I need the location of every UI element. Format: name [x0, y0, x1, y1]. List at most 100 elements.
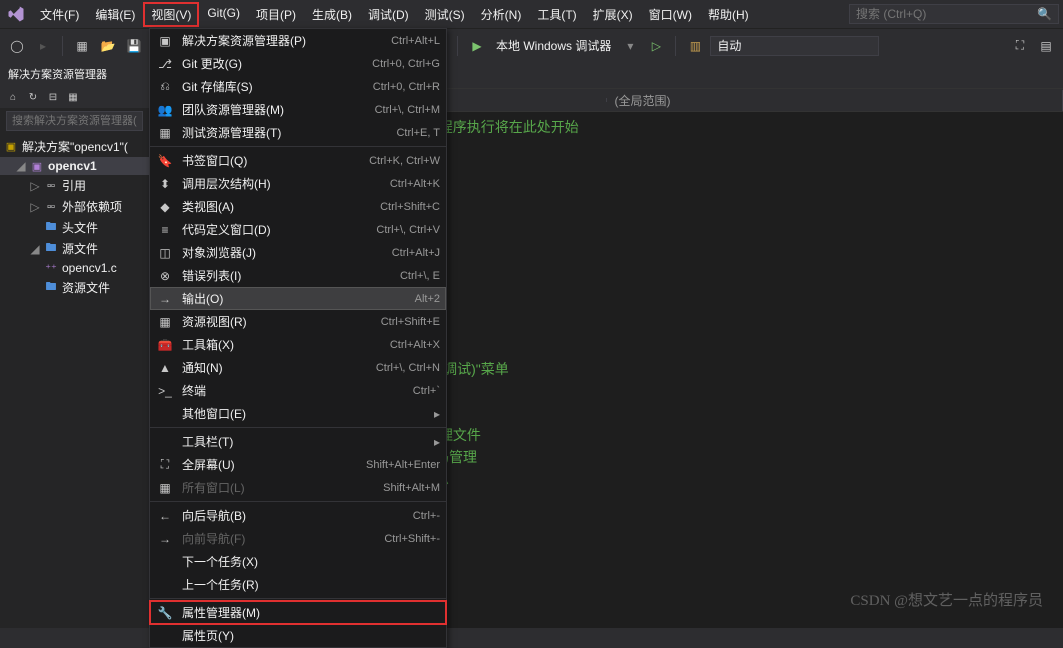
menu-item-向前导航(F): →向前导航(F)Ctrl+Shift+- — [150, 527, 446, 550]
menu-文件(F)[interactable]: 文件(F) — [32, 2, 87, 27]
obj-icon: ◫ — [156, 245, 174, 261]
menu-item-其他窗口(E)[interactable]: 其他窗口(E)▸ — [150, 402, 446, 425]
menu-Git(G)[interactable]: Git(G) — [199, 2, 248, 27]
menu-视图(V)[interactable]: 视图(V) — [143, 2, 199, 27]
menu-item-对象浏览器(J)[interactable]: ◫对象浏览器(J)Ctrl+Alt+J — [150, 241, 446, 264]
menu-item-终端[interactable]: >_终端Ctrl+` — [150, 379, 446, 402]
blank-icon — [156, 577, 174, 593]
sources-node[interactable]: ◢🖿源文件 — [0, 238, 149, 259]
start-no-debug-icon[interactable]: ▷ — [645, 35, 667, 57]
hierarchy-icon: ⬍ — [156, 176, 174, 192]
menu-item-书签窗口(Q)[interactable]: 🔖书签窗口(Q)Ctrl+K, Ctrl+W — [150, 149, 446, 172]
menu-item-错误列表(I)[interactable]: ⊗错误列表(I)Ctrl+\, E — [150, 264, 446, 287]
home-icon[interactable]: ⌂ — [4, 88, 22, 106]
team-icon: 👥 — [156, 102, 174, 118]
quick-search[interactable]: 🔍 — [849, 4, 1059, 24]
live-share-icon[interactable]: ⛶ — [1009, 35, 1031, 57]
vs-logo-icon — [4, 2, 28, 26]
error-icon: ⊗ — [156, 268, 174, 284]
menu-生成(B)[interactable]: 生成(B) — [304, 2, 360, 27]
menu-分析(N)[interactable]: 分析(N) — [473, 2, 530, 27]
nav-fwd-icon[interactable]: ▸ — [32, 35, 54, 57]
menu-item-代码定义窗口(D)[interactable]: ≡代码定义窗口(D)Ctrl+\, Ctrl+V — [150, 218, 446, 241]
external-deps-node[interactable]: ▷▫▫外部依赖项 — [0, 196, 149, 217]
fwd-icon: → — [156, 531, 174, 547]
references-node[interactable]: ▷▫▫引用 — [0, 175, 149, 196]
play-icon[interactable]: ▶ — [466, 35, 488, 57]
dropdown-icon[interactable]: ▾ — [619, 35, 641, 57]
menu-item-全屏幕(U)[interactable]: ⛶全屏幕(U)Shift+Alt+Enter — [150, 453, 446, 476]
menu-帮助(H)[interactable]: 帮助(H) — [700, 2, 757, 27]
solution-explorer: 解决方案资源管理器 ⌂ ↻ ⊟ ▦ ▣解决方案"opencv1"( ◢▣open… — [0, 62, 150, 628]
menu-item-工具箱(X)[interactable]: 🧰工具箱(X)Ctrl+Alt+X — [150, 333, 446, 356]
terminal-icon: >_ — [156, 383, 174, 399]
solution-node[interactable]: ▣解决方案"opencv1"( — [0, 136, 149, 157]
search-icon: 🔍 — [1037, 7, 1052, 21]
blank-icon — [156, 554, 174, 570]
menu-窗口(W)[interactable]: 窗口(W) — [641, 2, 700, 27]
menu-item-通知(N)[interactable]: ▲通知(N)Ctrl+\, Ctrl+N — [150, 356, 446, 379]
save-icon[interactable]: 💾 — [123, 35, 145, 57]
window-icon: ▣ — [156, 33, 174, 49]
menu-item-工具栏(T)[interactable]: 工具栏(T)▸ — [150, 430, 446, 453]
source-file-node[interactable]: ⁺⁺opencv1.c — [0, 259, 149, 277]
menu-item-解决方案资源管理器(P)[interactable]: ▣解决方案资源管理器(P)Ctrl+Alt+L — [150, 29, 446, 52]
show-all-icon[interactable]: ▦ — [64, 88, 82, 106]
menubar: 文件(F)编辑(E)视图(V)Git(G)项目(P)生成(B)调试(D)测试(S… — [0, 0, 1063, 28]
menu-item-类视图(A)[interactable]: ◆类视图(A)Ctrl+Shift+C — [150, 195, 446, 218]
menu-调试(D)[interactable]: 调试(D) — [360, 2, 417, 27]
resource-icon: ▦ — [156, 314, 174, 330]
output-icon: → — [156, 291, 174, 307]
crumb-scope[interactable]: (全局范围) — [607, 90, 1063, 111]
new-project-icon[interactable]: ▦ — [71, 35, 93, 57]
collapse-icon[interactable]: ⊟ — [44, 88, 62, 106]
menu-item-属性管理器(M)[interactable]: 🔧属性管理器(M) — [150, 601, 446, 624]
menu-item-所有窗口(L): ▦所有窗口(L)Shift+Alt+M — [150, 476, 446, 499]
menu-item-下一个任务(X)[interactable]: 下一个任务(X) — [150, 550, 446, 573]
debugger-label[interactable]: 本地 Windows 调试器 — [492, 37, 615, 54]
menu-item-团队资源管理器(M)[interactable]: 👥团队资源管理器(M)Ctrl+\, Ctrl+M — [150, 98, 446, 121]
menu-item-资源视图(R)[interactable]: ▦资源视图(R)Ctrl+Shift+E — [150, 310, 446, 333]
solution-search-input[interactable] — [6, 111, 143, 131]
test-icon: ▦ — [156, 125, 174, 141]
menu-item-Git 更改(G)[interactable]: ⎇Git 更改(G)Ctrl+0, Ctrl+G — [150, 52, 446, 75]
menu-项目(P)[interactable]: 项目(P) — [248, 2, 304, 27]
menu-item-调用层次结构(H)[interactable]: ⬍调用层次结构(H)Ctrl+Alt+K — [150, 172, 446, 195]
solution-tree: ▣解决方案"opencv1"( ◢▣opencv1 ▷▫▫引用 ▷▫▫外部依赖项… — [0, 134, 149, 300]
menu-item-向后导航(B)[interactable]: ←向后导航(B)Ctrl+- — [150, 504, 446, 527]
menu-item-属性页(Y)[interactable]: 属性页(Y) — [150, 624, 446, 647]
git-icon: ⎇ — [156, 56, 174, 72]
menu-item-Git 存储库(S)[interactable]: ⎌Git 存储库(S)Ctrl+0, Ctrl+R — [150, 75, 446, 98]
menu-item-输出(O)[interactable]: →输出(O)Alt+2 — [150, 287, 446, 310]
menu-工具(T)[interactable]: 工具(T) — [529, 2, 584, 27]
view-menu-dropdown: ▣解决方案资源管理器(P)Ctrl+Alt+L⎇Git 更改(G)Ctrl+0,… — [149, 28, 447, 648]
sidebar-title: 解决方案资源管理器 — [0, 62, 149, 86]
refresh-icon[interactable]: ↻ — [24, 88, 42, 106]
allwin-icon: ▦ — [156, 480, 174, 496]
blank-icon — [156, 406, 174, 422]
fullscreen-icon: ⛶ — [156, 457, 174, 473]
nav-back-icon[interactable]: ◯ — [6, 35, 28, 57]
menu-测试(S)[interactable]: 测试(S) — [417, 2, 473, 27]
menu-编辑(E)[interactable]: 编辑(E) — [87, 2, 143, 27]
menu-扩展(X)[interactable]: 扩展(X) — [585, 2, 641, 27]
project-node[interactable]: ◢▣opencv1 — [0, 157, 149, 175]
wrench-icon: 🔧 — [156, 605, 174, 621]
menu-item-测试资源管理器(T)[interactable]: ▦测试资源管理器(T)Ctrl+E, T — [150, 121, 446, 144]
search-input[interactable] — [856, 7, 1033, 21]
menu-item-上一个任务(R)[interactable]: 上一个任务(R) — [150, 573, 446, 596]
blank-icon — [156, 434, 174, 450]
blank-icon — [156, 628, 174, 644]
code-def-icon: ≡ — [156, 222, 174, 238]
headers-node[interactable]: 🖿头文件 — [0, 217, 149, 238]
build-icon[interactable]: ▥ — [684, 35, 706, 57]
sidebar-toolbar: ⌂ ↻ ⊟ ▦ — [0, 86, 149, 108]
notify-icon: ▲ — [156, 360, 174, 376]
panel-icon[interactable]: ▤ — [1035, 35, 1057, 57]
toolbox-icon: 🧰 — [156, 337, 174, 353]
resources-node[interactable]: 🖿资源文件 — [0, 277, 149, 298]
open-icon[interactable]: 📂 — [97, 35, 119, 57]
bookmark-icon: 🔖 — [156, 153, 174, 169]
config-select[interactable] — [710, 36, 879, 56]
back-icon: ← — [156, 508, 174, 524]
